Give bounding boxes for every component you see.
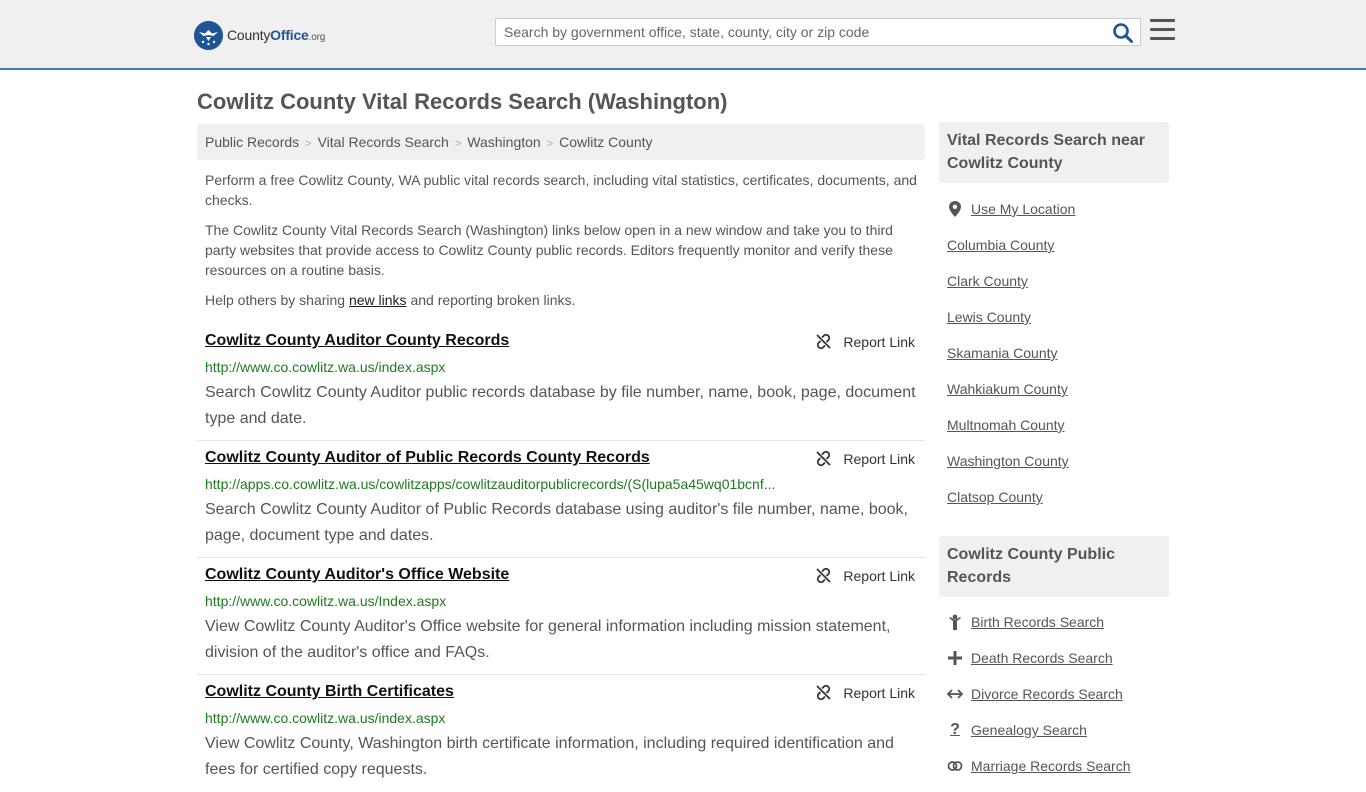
search-icon[interactable] [1112,22,1134,44]
result-item: Cowlitz County Auditor County Records Re… [197,324,925,441]
result-title-link[interactable]: Cowlitz County Auditor of Public Records… [205,449,650,467]
map-pin-icon [947,201,963,217]
rings-icon [947,758,963,774]
intro-paragraph-1: Perform a free Cowlitz County, WA public… [205,172,917,208]
marriage-records-link[interactable]: Marriage Records Search [947,758,1131,774]
birth-records-link[interactable]: Birth Records Search [947,614,1104,630]
birth-icon [947,614,963,630]
logo-wordmark: CountyOffice.org [227,27,326,43]
result-item: Cowlitz County Auditor's Office Website … [197,558,925,675]
result-description: Search Cowlitz County Auditor public rec… [205,384,916,427]
report-link-button[interactable]: Report Link [815,567,915,584]
result-title-link[interactable]: Cowlitz County Auditor County Records [205,332,509,350]
report-link-button[interactable]: Report Link [815,333,915,350]
public-records-heading: Cowlitz County Public Records [939,536,1169,597]
site-logo[interactable]: CountyOffice.org [194,20,325,50]
breadcrumb-separator-icon: > [546,138,554,150]
broken-link-icon [816,333,832,350]
result-description: View Cowlitz County Auditor's Office web… [205,618,891,661]
nearby-county-link[interactable]: Clark County [947,273,1028,289]
broken-link-icon [816,684,832,701]
nearby-county-link[interactable]: Washington County [947,453,1069,469]
nearby-county-link[interactable]: Lewis County [947,309,1031,325]
nearby-county-link[interactable]: Skamania County [947,345,1058,361]
site-header: CountyOffice.org [0,0,1366,70]
breadcrumb: Public Records > Vital Records Search > Wash… [197,124,925,160]
breadcrumb-vital-records-search[interactable]: Vital Records Search [318,134,449,150]
breadcrumb-separator-icon: > [454,138,462,150]
result-url: http://www.co.cowlitz.wa.us/index.aspx [205,710,446,726]
result-url: http://www.co.cowlitz.wa.us/index.aspx [205,359,446,375]
broken-link-icon [816,567,832,584]
result-description: View Cowlitz County, Washington birth ce… [205,735,894,778]
question-icon: ? [950,721,960,738]
hamburger-menu-icon[interactable] [1150,19,1176,43]
intro-paragraph-3: Help others by sharing new links and rep… [205,292,576,308]
nearby-county-link[interactable]: Clatsop County [947,489,1043,505]
eagle-logo-icon [194,20,223,50]
nearby-county-link[interactable]: Wahkiakum County [947,381,1068,397]
nearby-county-link[interactable]: Columbia County [947,237,1054,253]
use-my-location-link[interactable]: Use My Location [947,201,1075,217]
search-input[interactable] [496,19,1106,45]
broken-link-icon [816,450,832,467]
search-bar [495,18,1141,46]
result-title-link[interactable]: Cowlitz County Birth Certificates [205,683,454,701]
result-title-link[interactable]: Cowlitz County Auditor's Office Website [205,566,509,584]
breadcrumb-cowlitz-county[interactable]: Cowlitz County [559,134,652,150]
breadcrumb-separator-icon: > [305,138,312,150]
report-link-button[interactable]: Report Link [815,450,915,467]
breadcrumb-washington[interactable]: Washington [467,134,540,150]
divorce-records-link[interactable]: Divorce Records Search [947,686,1123,702]
arrows-icon [947,686,963,702]
result-item: Cowlitz County Auditor of Public Records… [197,441,925,558]
result-url: http://apps.co.cowlitz.wa.us/cowlitzapps… [205,476,776,492]
page-title: Cowlitz County Vital Records Search (Was… [197,89,728,114]
death-records-link[interactable]: Death Records Search [947,650,1113,666]
report-link-button[interactable]: Report Link [815,684,915,701]
new-links-link[interactable]: new links [349,292,407,308]
nearby-heading: Vital Records Search near Cowlitz County [939,122,1169,183]
result-url: http://www.co.cowlitz.wa.us/Index.aspx [205,593,447,609]
genealogy-search-link[interactable]: ? Genealogy Search [947,721,1087,738]
nearby-county-link[interactable]: Multnomah County [947,417,1065,433]
result-description: Search Cowlitz County Auditor of Public … [205,501,908,544]
cross-icon [947,650,963,666]
intro-paragraph-2: The Cowlitz County Vital Records Search … [205,222,893,278]
result-item: Cowlitz County Birth Certificates Report… [197,675,925,792]
breadcrumb-public-records[interactable]: Public Records [205,134,299,150]
